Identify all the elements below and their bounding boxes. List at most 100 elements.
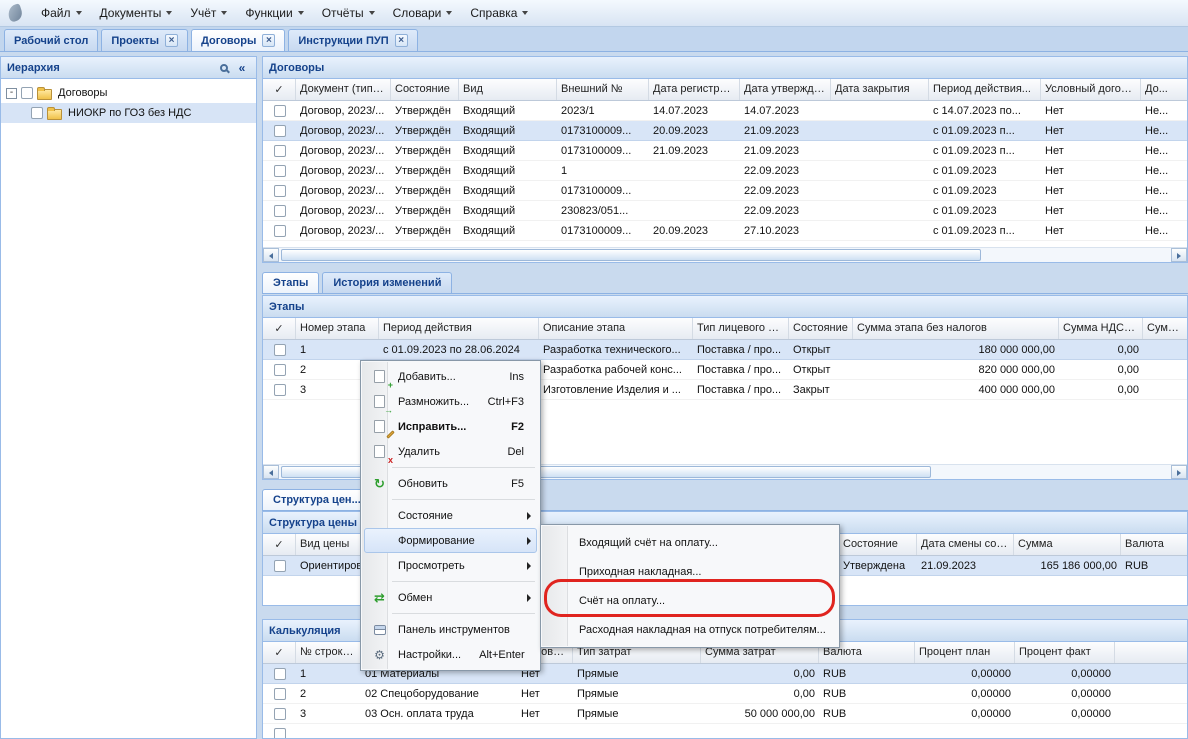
row-checkbox[interactable] xyxy=(263,101,296,120)
menu-reports[interactable]: Отчёты xyxy=(313,2,384,24)
select-all-header[interactable] xyxy=(263,534,296,555)
menu-accounting[interactable]: Учёт xyxy=(181,2,236,24)
tab-instructions[interactable]: Инструкции ПУП xyxy=(288,29,417,51)
table-row[interactable]: Договор, 2023/... Утверждён Входящий 017… xyxy=(263,141,1187,161)
tab-contracts[interactable]: Договоры xyxy=(191,29,285,51)
table-row-selected[interactable]: 1 с 01.09.2023 по 28.06.2024 Разработка … xyxy=(263,340,1187,360)
table-row-selected[interactable]: Договор, 2023/... Утверждён Входящий 017… xyxy=(263,121,1187,141)
column-header[interactable]: Дата регистрации xyxy=(649,79,740,100)
menu-dictionaries[interactable]: Словари xyxy=(384,2,462,24)
tab-close-icon[interactable] xyxy=(262,34,275,47)
tab-history[interactable]: История изменений xyxy=(322,272,452,293)
node-checkbox[interactable] xyxy=(21,87,33,99)
menu-file[interactable]: Файл xyxy=(32,2,91,24)
row-checkbox[interactable] xyxy=(263,556,296,575)
column-header[interactable]: Внешний № xyxy=(557,79,649,100)
column-header[interactable]: Процент план xyxy=(915,642,1015,663)
submenu-item-dispatch-note[interactable]: Расходная накладная на отпуск потребител… xyxy=(544,615,836,644)
column-header[interactable]: Дата утверждения xyxy=(740,79,831,100)
menu-item-duplicate[interactable]: → Размножить... Ctrl+F3 xyxy=(364,389,537,414)
row-checkbox[interactable] xyxy=(263,380,296,399)
select-all-header[interactable] xyxy=(263,318,296,339)
submenu-item-receipt-note[interactable]: Приходная накладная... xyxy=(544,557,836,586)
column-header[interactable]: Тип лицевого счёт xyxy=(693,318,789,339)
menu-item-generate[interactable]: Формирование xyxy=(364,528,537,553)
tab-close-icon[interactable] xyxy=(165,34,178,47)
column-header[interactable]: Период действия... xyxy=(929,79,1041,100)
column-header[interactable]: Валюта xyxy=(1121,534,1188,555)
column-header[interactable]: Состояние xyxy=(839,534,917,555)
tab-projects[interactable]: Проекты xyxy=(101,29,188,51)
table-row[interactable]: Договор, 2023/... Утверждён Входящий 1 2… xyxy=(263,161,1187,181)
menu-help[interactable]: Справка xyxy=(461,2,537,24)
scroll-left-button[interactable] xyxy=(263,465,279,479)
menu-item-toolbar[interactable]: Панель инструментов xyxy=(364,617,537,642)
row-checkbox[interactable] xyxy=(263,121,296,140)
row-checkbox[interactable] xyxy=(263,664,296,683)
scroll-left-button[interactable] xyxy=(263,248,279,262)
submenu-item-invoice[interactable]: Счёт на оплату... xyxy=(544,586,836,615)
column-header[interactable]: Дата смены состоя xyxy=(917,534,1014,555)
column-header[interactable]: Состояние xyxy=(789,318,853,339)
menu-documents[interactable]: Документы xyxy=(91,2,182,24)
scrollbar-thumb[interactable] xyxy=(281,249,981,261)
column-header[interactable]: Документ (тип, №... xyxy=(296,79,391,100)
node-checkbox[interactable] xyxy=(31,107,43,119)
table-row[interactable]: Договор, 2023/... Утверждён Входящий 202… xyxy=(263,101,1187,121)
row-checkbox[interactable] xyxy=(263,201,296,220)
menu-item-state[interactable]: Состояние xyxy=(364,503,537,528)
column-header[interactable]: Номер этапа xyxy=(296,318,379,339)
row-checkbox[interactable] xyxy=(263,141,296,160)
row-checkbox[interactable] xyxy=(263,684,296,703)
column-header[interactable]: № строки кал... xyxy=(296,642,361,663)
menu-functions[interactable]: Функции xyxy=(236,2,312,24)
horizontal-scrollbar[interactable] xyxy=(263,247,1187,262)
column-header[interactable]: Сумма эт... xyxy=(1143,318,1188,339)
submenu-item-incoming-invoice[interactable]: Входящий счёт на оплату... xyxy=(544,528,836,557)
tree-node-niokr[interactable]: НИОКР по ГОЗ без НДС xyxy=(1,103,256,123)
table-row[interactable]: 3 03 Осн. оплата труда Нет Прямые 50 000… xyxy=(263,704,1187,724)
menu-item-edit[interactable]: Исправить... F2 xyxy=(364,414,537,439)
tree-node-contracts[interactable]: Договоры xyxy=(1,83,256,103)
scroll-right-button[interactable] xyxy=(1171,248,1187,262)
column-header[interactable]: Период действия xyxy=(379,318,539,339)
table-row[interactable]: Договор, 2023/... Утверждён Входящий 017… xyxy=(263,181,1187,201)
row-checkbox[interactable] xyxy=(263,704,296,723)
tab-stages[interactable]: Этапы xyxy=(262,272,319,293)
menu-item-view[interactable]: Просмотреть xyxy=(364,553,537,578)
row-checkbox[interactable] xyxy=(263,724,296,739)
collapse-node-icon[interactable] xyxy=(6,88,17,99)
tab-close-icon[interactable] xyxy=(395,34,408,47)
menu-item-settings[interactable]: ⚙ Настройки... Alt+Enter xyxy=(364,642,537,667)
column-header[interactable]: Условный договор xyxy=(1041,79,1141,100)
tab-price-structure[interactable]: Структура цен... xyxy=(262,489,372,510)
table-row[interactable]: 2 02 Спецоборудование Нет Прямые 0,00 RU… xyxy=(263,684,1187,704)
menu-item-add[interactable]: + Добавить... Ins xyxy=(364,364,537,389)
row-checkbox[interactable] xyxy=(263,181,296,200)
row-checkbox[interactable] xyxy=(263,161,296,180)
table-row[interactable]: Договор, 2023/... Утверждён Входящий 017… xyxy=(263,221,1187,241)
table-row[interactable] xyxy=(263,724,1187,739)
row-checkbox[interactable] xyxy=(263,360,296,379)
collapse-panel-icon[interactable] xyxy=(234,60,250,76)
tab-desktop[interactable]: Рабочий стол xyxy=(4,29,98,51)
table-row[interactable]: Договор, 2023/... Утверждён Входящий 230… xyxy=(263,201,1187,221)
menu-item-refresh[interactable]: ↻ Обновить F5 xyxy=(364,471,537,496)
tree-search-icon[interactable] xyxy=(216,60,232,76)
column-header[interactable]: До... xyxy=(1141,79,1188,100)
scroll-right-button[interactable] xyxy=(1171,465,1187,479)
menu-item-delete[interactable]: x Удалить Del xyxy=(364,439,537,464)
row-checkbox[interactable] xyxy=(263,340,296,359)
select-all-header[interactable] xyxy=(263,79,296,100)
column-header[interactable]: Состояние xyxy=(391,79,459,100)
select-all-header[interactable] xyxy=(263,642,296,663)
row-checkbox[interactable] xyxy=(263,221,296,240)
column-header[interactable]: Сумма НДС этапа xyxy=(1059,318,1143,339)
column-header[interactable]: Процент факт xyxy=(1015,642,1115,663)
column-header[interactable]: Сумма xyxy=(1014,534,1121,555)
menu-item-exchange[interactable]: ⇄ Обмен xyxy=(364,585,537,610)
column-header[interactable]: Дата закрытия xyxy=(831,79,929,100)
column-header[interactable]: Вид xyxy=(459,79,557,100)
column-header[interactable]: Описание этапа xyxy=(539,318,693,339)
column-header[interactable]: Сумма этапа без налогов xyxy=(853,318,1059,339)
